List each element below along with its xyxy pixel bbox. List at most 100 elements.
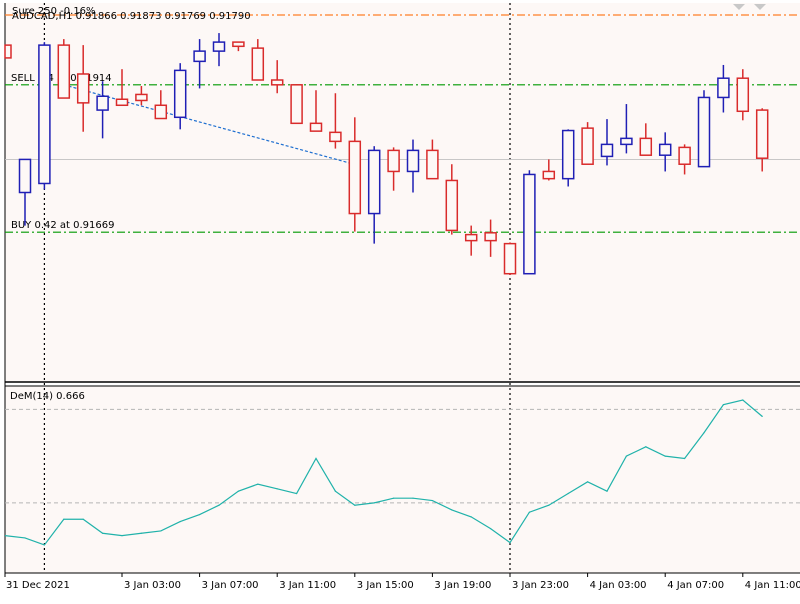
demarker-point-28 <box>567 492 569 495</box>
candle-body <box>736 77 750 113</box>
candle-body <box>251 47 265 81</box>
x-tick-label-1: 3 Jan 03:00 <box>124 580 181 591</box>
candle-28 <box>561 129 575 187</box>
x-tick-label-3: 3 Jan 11:00 <box>279 580 336 591</box>
demarker-point-2 <box>63 518 65 520</box>
candle-29 <box>581 122 594 165</box>
candle-body <box>18 158 32 194</box>
chart-svg: SELL 0.4 at 0.91914BUY 0.42 at 0.91669Su… <box>0 0 800 600</box>
demarker-point-4 <box>102 532 104 534</box>
demarker-point-6 <box>140 532 142 534</box>
candle-body <box>561 129 575 180</box>
candle-body <box>367 149 381 215</box>
demarker-point-30 <box>606 490 608 492</box>
candle-body <box>658 143 672 156</box>
candle-body <box>193 50 206 63</box>
demarker-point-20 <box>412 497 414 499</box>
demarker-point-5 <box>121 535 123 537</box>
candle-2 <box>57 39 71 99</box>
demarker-point-17 <box>354 504 356 506</box>
candle-body <box>154 104 168 120</box>
trading-chart: SELL 0.4 at 0.91914BUY 0.42 at 0.91669Su… <box>0 0 800 600</box>
demarker-point-25 <box>509 542 511 544</box>
edge-candle-partial <box>4 44 12 59</box>
candle-body <box>484 232 497 242</box>
demarker-point-1 <box>43 544 46 546</box>
level-label-1: BUY 0.42 at 0.91669 <box>11 220 115 231</box>
candle-body <box>57 44 71 99</box>
candle-1 <box>38 42 51 190</box>
demarker-point-19 <box>393 497 395 499</box>
demarker-point-27 <box>548 504 550 506</box>
demarker-point-37 <box>742 399 744 401</box>
candle-body <box>697 96 711 168</box>
candle-body <box>445 179 459 232</box>
demarker-point-31 <box>625 455 628 457</box>
demarker-point-15 <box>315 457 317 460</box>
candle-body <box>173 69 187 119</box>
candle-25 <box>503 242 517 275</box>
demarker-point-16 <box>334 490 336 492</box>
demarker-point-12 <box>257 483 259 485</box>
candle-body <box>639 137 653 156</box>
x-tick-label-6: 3 Jan 23:00 <box>512 580 569 591</box>
demarker-point-34 <box>684 457 686 460</box>
candle-body <box>232 41 245 48</box>
candle-body <box>542 170 556 180</box>
indicator-pane-background <box>5 386 800 573</box>
candle-14 <box>290 84 303 125</box>
candle-body <box>464 233 478 242</box>
demarker-point-21 <box>431 499 433 502</box>
x-tick-label-5: 3 Jan 19:00 <box>434 580 491 591</box>
candle-body <box>406 149 420 173</box>
demarker-point-29 <box>587 481 589 483</box>
demarker-point-26 <box>528 511 531 513</box>
candle-26 <box>523 170 536 275</box>
candle-body <box>290 84 303 125</box>
candle-body <box>387 149 400 173</box>
candle-body <box>620 137 633 146</box>
demarker-point-0 <box>24 537 26 539</box>
demarker-point-10 <box>218 504 220 506</box>
candle-body <box>212 41 226 52</box>
candle-body <box>581 127 594 165</box>
candle-body <box>503 242 517 275</box>
demarker-point-13 <box>276 488 278 490</box>
candle-body <box>348 140 362 215</box>
demarker-point-18 <box>373 502 375 504</box>
demarker-point-8 <box>179 520 181 523</box>
x-tick-label-4: 3 Jan 15:00 <box>357 580 414 591</box>
candle-body <box>600 143 614 158</box>
candle-35 <box>697 90 711 168</box>
x-tick-label-8: 4 Jan 07:00 <box>667 580 724 591</box>
candle-body <box>426 149 439 180</box>
demarker-point-23 <box>470 516 472 518</box>
demarker-point-3 <box>82 518 84 520</box>
candle-body <box>329 131 342 143</box>
candle-body <box>717 77 730 99</box>
demarker-point-35 <box>703 432 705 434</box>
candle-body <box>76 73 90 104</box>
demarker-point-24 <box>490 527 492 530</box>
demarker-point-36 <box>722 404 725 406</box>
candle-body <box>270 79 284 86</box>
candle-body <box>755 109 769 159</box>
x-tick-label-9: 4 Jan 11:00 <box>745 580 800 591</box>
candle-body <box>96 95 109 111</box>
demarker-point-14 <box>296 492 298 495</box>
chart-header: AUDCAD,H1 0.91866 0.91873 0.91769 0.9179… <box>12 11 251 22</box>
demarker-point-38 <box>761 415 763 417</box>
demarker-point-32 <box>645 446 647 448</box>
indicator-title: DeM(14) 0.666 <box>10 391 85 402</box>
demarker-point-11 <box>237 490 239 492</box>
x-tick-label-2: 3 Jan 07:00 <box>202 580 259 591</box>
candle-body <box>115 98 129 107</box>
demarker-point-7 <box>160 530 162 532</box>
candle-body <box>135 93 148 102</box>
x-tick-label-0: 31 Dec 2021 <box>6 580 70 591</box>
candle-body <box>309 122 323 132</box>
candle-body <box>38 44 51 185</box>
candle-body <box>523 173 536 275</box>
demarker-point-22 <box>451 509 453 511</box>
candle-body <box>678 146 691 165</box>
